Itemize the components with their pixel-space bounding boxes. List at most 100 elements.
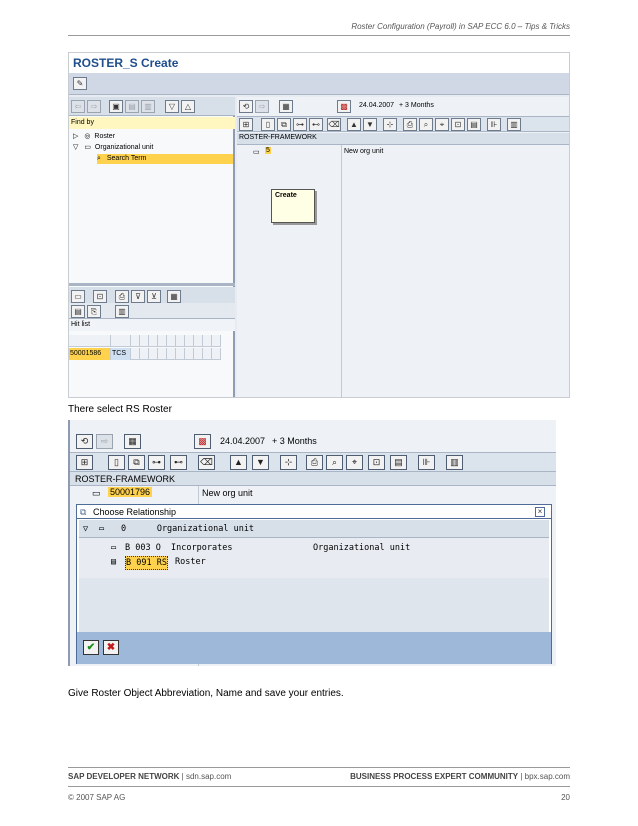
- find-next-icon[interactable]: ⌖: [435, 118, 449, 131]
- column-header: ROSTER-FRAMEWORK: [70, 472, 556, 486]
- org-unit-icon: ▭: [92, 488, 101, 498]
- copy-icon[interactable]: ⧉: [128, 455, 145, 470]
- tree-label: Organizational unit: [94, 144, 154, 151]
- tree-item-org-unit[interactable]: ▽ ▭ Organizational unit: [73, 143, 153, 153]
- list-view-icon[interactable]: ▤: [467, 118, 481, 131]
- confirm-button[interactable]: ✔: [83, 640, 99, 655]
- footer-right: BUSINESS PROCESS EXPERT COMMUNITY | bpx.…: [350, 772, 570, 781]
- print-icon[interactable]: ⎙: [115, 290, 129, 303]
- structure-toolbar: ⊞ ▯ ⧉ ⊶ ⊷ ⌫ ▲ ▼ ⊹ ⎙ ⌕ ⌖ ⊡ ▤ ⊪ ▥: [237, 116, 569, 132]
- instruction-text-1: There select RS Roster: [68, 404, 172, 415]
- tree-item-search-term[interactable]: ⌕ Search Term: [97, 154, 233, 164]
- forward-arrow-icon[interactable]: ⇨: [255, 100, 269, 113]
- forward-arrow-icon[interactable]: ⇨: [96, 434, 113, 449]
- hit-object-id[interactable]: 50001586: [69, 348, 111, 360]
- find-next-icon[interactable]: ⌖: [346, 455, 363, 470]
- select-icon[interactable]: ▭: [71, 290, 85, 303]
- layout-icon[interactable]: ▦: [167, 290, 181, 303]
- copy-icon[interactable]: ⧉: [277, 118, 291, 131]
- sort-down-icon[interactable]: ▽: [165, 100, 179, 113]
- send-icon[interactable]: ⎘: [87, 305, 101, 318]
- hit-object-code[interactable]: TCS: [111, 348, 131, 360]
- delete-icon[interactable]: ⌫: [198, 455, 215, 470]
- hide-icon[interactable]: ▣: [109, 100, 123, 113]
- transaction-title: ROSTER_S Create: [73, 56, 179, 70]
- find-icon[interactable]: ⌕: [419, 118, 433, 131]
- tree-label: Roster: [94, 133, 116, 140]
- edit-icon[interactable]: ✎: [73, 77, 87, 90]
- dialog-footer: ✔ ✖: [77, 632, 551, 664]
- network-icon[interactable]: ⊪: [487, 118, 501, 131]
- collapse-icon[interactable]: ▥: [141, 100, 155, 113]
- relationship-roster-name[interactable]: Roster: [175, 556, 206, 568]
- header-divider: [68, 35, 570, 36]
- find-icon[interactable]: ⌕: [326, 455, 343, 470]
- print-icon[interactable]: ⎙: [306, 455, 323, 470]
- structure-pane: ⟲ ⇨ ▦ ▩ 24.04.2007 + 3 Months ⊞ ▯ ⧉ ⊶ ⊷ …: [237, 97, 569, 397]
- export-icon[interactable]: ▤: [71, 305, 85, 318]
- network-icon[interactable]: ⊪: [418, 455, 435, 470]
- dialog-title-bar: ⧉ Choose Relationship ×: [77, 505, 551, 519]
- org-unit-id[interactable]: 5: [265, 147, 271, 154]
- key-date[interactable]: 24.04.2007: [220, 436, 265, 446]
- refresh-icon[interactable]: ⟲: [76, 434, 93, 449]
- period-label[interactable]: + 3 Months: [399, 102, 434, 109]
- detail-view-icon[interactable]: ⊡: [368, 455, 385, 470]
- hitlist-header-row: [69, 335, 221, 347]
- instruction-text-2: Give Roster Object Abbreviation, Name an…: [68, 688, 344, 699]
- folder-icon: ▭: [99, 524, 105, 534]
- pane-splitter[interactable]: [69, 283, 235, 286]
- detail-view-icon[interactable]: ⊡: [451, 118, 465, 131]
- collapse-up-icon[interactable]: ▲: [347, 118, 361, 131]
- collapse-up-icon[interactable]: ▲: [230, 455, 247, 470]
- structure-icon[interactable]: ⊶: [148, 455, 165, 470]
- relationship-incorporates[interactable]: B 003 O Incorporates: [125, 542, 232, 554]
- org-unit-id[interactable]: 50001796: [108, 487, 153, 497]
- tree-icon[interactable]: ⊹: [280, 455, 297, 470]
- structure-icon[interactable]: ⊶: [293, 118, 307, 131]
- hierarchy-icon[interactable]: ⊞: [76, 455, 93, 470]
- settings-icon[interactable]: ▦: [124, 434, 141, 449]
- period-label[interactable]: + 3 Months: [272, 436, 317, 446]
- filter-icon[interactable]: ⊽: [131, 290, 145, 303]
- layout-icon[interactable]: ▥: [507, 118, 521, 131]
- expand-down-icon[interactable]: ▼: [363, 118, 377, 131]
- hierarchy-icon[interactable]: ⊞: [239, 118, 253, 131]
- expand-down-icon[interactable]: ▼: [252, 455, 269, 470]
- back-arrow-icon[interactable]: ⇦: [71, 100, 85, 113]
- tree-item-roster[interactable]: ▷ ◎ Roster: [73, 132, 115, 142]
- create-icon[interactable]: ▯: [261, 118, 275, 131]
- dialog-icon: ⧉: [80, 507, 87, 517]
- relationship-target: Organizational unit: [313, 543, 411, 553]
- calendar-icon[interactable]: ▩: [337, 100, 351, 113]
- settings-icon[interactable]: ▦: [279, 100, 293, 113]
- print-icon[interactable]: ⎙: [403, 118, 417, 131]
- details-icon[interactable]: ⊡: [93, 290, 107, 303]
- cancel-button[interactable]: ✖: [103, 640, 119, 655]
- tree-icon[interactable]: ⊹: [383, 118, 397, 131]
- graphic-icon[interactable]: ▥: [115, 305, 129, 318]
- move-icon[interactable]: ⊷: [309, 118, 323, 131]
- copyright: © 2007 SAP AG: [68, 793, 126, 802]
- relationship-roster-code[interactable]: B 091 RS: [125, 556, 168, 570]
- move-icon[interactable]: ⊷: [170, 455, 187, 470]
- refresh-icon[interactable]: ⟲: [239, 100, 253, 113]
- delete-icon[interactable]: ⌫: [327, 118, 341, 131]
- list-view-icon[interactable]: ▤: [390, 455, 407, 470]
- create-icon[interactable]: ▯: [108, 455, 125, 470]
- calendar-icon[interactable]: ▩: [194, 434, 211, 449]
- footer-left-link[interactable]: | sdn.sap.com: [179, 772, 232, 781]
- close-icon[interactable]: ×: [535, 507, 545, 517]
- page-header: Roster Configuration (Payroll) in SAP EC…: [351, 22, 570, 31]
- hitlist-toolbar-2: ▤ ⎘ ▥: [69, 303, 235, 319]
- sort-up-icon[interactable]: △: [181, 100, 195, 113]
- relationship-root-row[interactable]: ▽ ▭ 0 Organizational unit: [79, 520, 549, 538]
- forward-arrow-icon[interactable]: ⇨: [87, 100, 101, 113]
- object-manager-pane: ⇦ ⇨ ▣ ▤ ▥ ▽ △ Find by ▷ ◎ Roster ▽ ▭ Org…: [69, 97, 235, 397]
- expand-icon[interactable]: ▤: [125, 100, 139, 113]
- key-date[interactable]: 24.04.2007: [359, 102, 394, 109]
- footer-right-link[interactable]: | bpx.sap.com: [518, 772, 570, 781]
- filter-set-icon[interactable]: ⊻: [147, 290, 161, 303]
- layout-icon[interactable]: ▥: [446, 455, 463, 470]
- table-row[interactable]: 50001586 TCS: [69, 348, 221, 360]
